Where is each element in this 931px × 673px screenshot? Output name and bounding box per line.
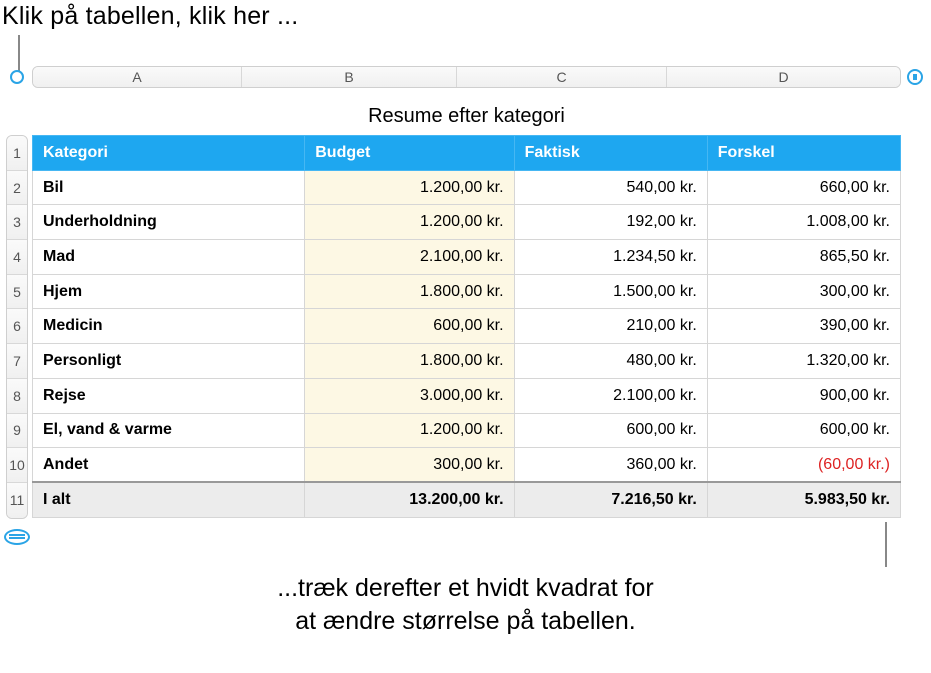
- cell-budget[interactable]: 300,00 kr.: [305, 448, 514, 483]
- table-title[interactable]: Resume efter kategori: [32, 98, 901, 135]
- add-row-handle[interactable]: [4, 529, 30, 545]
- cell-faktisk[interactable]: 192,00 kr.: [514, 205, 707, 240]
- cell-kategori[interactable]: Rejse: [33, 378, 305, 413]
- callout-bottom-line2: at ændre størrelse på tabellen.: [295, 607, 635, 635]
- cell-kategori[interactable]: El, vand & varme: [33, 413, 305, 448]
- row-header-11[interactable]: 11: [7, 483, 27, 518]
- row-header-9[interactable]: 9: [7, 414, 27, 449]
- column-headers: A B C D: [32, 66, 901, 88]
- th-forskel[interactable]: Forskel: [707, 136, 900, 171]
- table-row: Medicin 600,00 kr. 210,00 kr. 390,00 kr.: [33, 309, 901, 344]
- cell-forskel[interactable]: 1.008,00 kr.: [707, 205, 900, 240]
- table-header-row: Kategori Budget Faktisk Forskel: [33, 136, 901, 171]
- cell-budget[interactable]: 1.200,00 kr.: [305, 205, 514, 240]
- cell-forskel[interactable]: (60,00 kr.): [707, 448, 900, 483]
- cell-kategori[interactable]: Hjem: [33, 274, 305, 309]
- budget-table: Kategori Budget Faktisk Forskel Bil 1.20…: [32, 135, 901, 518]
- cell-faktisk[interactable]: 600,00 kr.: [514, 413, 707, 448]
- cell-kategori[interactable]: Personligt: [33, 344, 305, 379]
- cell-budget[interactable]: 2.100,00 kr.: [305, 240, 514, 275]
- column-header-c[interactable]: C: [457, 67, 667, 87]
- table-row: Hjem 1.800,00 kr. 1.500,00 kr. 300,00 kr…: [33, 274, 901, 309]
- cell-forskel[interactable]: 900,00 kr.: [707, 378, 900, 413]
- cell-kategori[interactable]: Mad: [33, 240, 305, 275]
- row-header-3[interactable]: 3: [7, 205, 27, 240]
- table-wrapper: Resume efter kategori Kategori Budget Fa…: [32, 98, 901, 545]
- column-header-a[interactable]: A: [33, 67, 242, 87]
- cell-faktisk[interactable]: 480,00 kr.: [514, 344, 707, 379]
- row-header-1[interactable]: 1: [7, 136, 27, 171]
- column-header-b[interactable]: B: [242, 67, 457, 87]
- cell-faktisk[interactable]: 360,00 kr.: [514, 448, 707, 483]
- cell-total-label[interactable]: I alt: [33, 482, 305, 517]
- table-row: Bil 1.200,00 kr. 540,00 kr. 660,00 kr.: [33, 170, 901, 205]
- cell-total-budget[interactable]: 13.200,00 kr.: [305, 482, 514, 517]
- row-header-2[interactable]: 2: [7, 171, 27, 206]
- cell-kategori[interactable]: Medicin: [33, 309, 305, 344]
- spreadsheet-frame: A B C D 1 2 3 4 5 6 7 8 9 10 11: [2, 64, 929, 545]
- table-total-row: I alt 13.200,00 kr. 7.216,50 kr. 5.983,5…: [33, 482, 901, 517]
- cell-faktisk[interactable]: 2.100,00 kr.: [514, 378, 707, 413]
- table-row: Andet 300,00 kr. 360,00 kr. (60,00 kr.): [33, 448, 901, 483]
- cell-faktisk[interactable]: 540,00 kr.: [514, 170, 707, 205]
- callout-bottom-line1: ...træk derefter et hvidt kvadrat for: [277, 574, 654, 602]
- column-header-d[interactable]: D: [667, 67, 900, 87]
- cell-forskel[interactable]: 600,00 kr.: [707, 413, 900, 448]
- cell-faktisk[interactable]: 210,00 kr.: [514, 309, 707, 344]
- cell-forskel[interactable]: 300,00 kr.: [707, 274, 900, 309]
- cell-total-forskel[interactable]: 5.983,50 kr.: [707, 482, 900, 517]
- cell-total-faktisk[interactable]: 7.216,50 kr.: [514, 482, 707, 517]
- table-row: Mad 2.100,00 kr. 1.234,50 kr. 865,50 kr.: [33, 240, 901, 275]
- table-select-circle-icon: [10, 70, 24, 84]
- callout-bottom-leader: [885, 522, 887, 567]
- cell-forskel[interactable]: 1.320,00 kr.: [707, 344, 900, 379]
- cell-forskel[interactable]: 390,00 kr.: [707, 309, 900, 344]
- table-row: Rejse 3.000,00 kr. 2.100,00 kr. 900,00 k…: [33, 378, 901, 413]
- cell-forskel[interactable]: 660,00 kr.: [707, 170, 900, 205]
- cell-kategori[interactable]: Underholdning: [33, 205, 305, 240]
- cell-kategori[interactable]: Bil: [33, 170, 305, 205]
- row-header-8[interactable]: 8: [7, 379, 27, 414]
- cell-kategori[interactable]: Andet: [33, 448, 305, 483]
- cell-budget[interactable]: 1.200,00 kr.: [305, 170, 514, 205]
- row-header-5[interactable]: 5: [7, 275, 27, 310]
- table-row: Personligt 1.800,00 kr. 480,00 kr. 1.320…: [33, 344, 901, 379]
- cell-forskel[interactable]: 865,50 kr.: [707, 240, 900, 275]
- table-row: El, vand & varme 1.200,00 kr. 600,00 kr.…: [33, 413, 901, 448]
- row-header-bar: 1 2 3 4 5 6 7 8 9 10 11: [2, 98, 32, 545]
- th-budget[interactable]: Budget: [305, 136, 514, 171]
- th-faktisk[interactable]: Faktisk: [514, 136, 707, 171]
- row-header-7[interactable]: 7: [7, 344, 27, 379]
- columns-handle-icon: [907, 69, 923, 85]
- callout-top: Klik på tabellen, klik her ...: [2, 2, 298, 31]
- table-select-handle[interactable]: [2, 64, 32, 90]
- row-header-4[interactable]: 4: [7, 240, 27, 275]
- column-header-bar: A B C D: [2, 64, 929, 90]
- cell-budget[interactable]: 600,00 kr.: [305, 309, 514, 344]
- cell-budget[interactable]: 3.000,00 kr.: [305, 378, 514, 413]
- cell-faktisk[interactable]: 1.500,00 kr.: [514, 274, 707, 309]
- row-header-10[interactable]: 10: [7, 448, 27, 483]
- cell-faktisk[interactable]: 1.234,50 kr.: [514, 240, 707, 275]
- row-headers: 1 2 3 4 5 6 7 8 9 10 11: [6, 135, 28, 519]
- add-column-handle[interactable]: [901, 69, 929, 85]
- table-row: Underholdning 1.200,00 kr. 192,00 kr. 1.…: [33, 205, 901, 240]
- callout-bottom: ...træk derefter et hvidt kvadrat for at…: [0, 572, 931, 637]
- cell-budget[interactable]: 1.200,00 kr.: [305, 413, 514, 448]
- row-header-6[interactable]: 6: [7, 309, 27, 344]
- cell-budget[interactable]: 1.800,00 kr.: [305, 274, 514, 309]
- th-kategori[interactable]: Kategori: [33, 136, 305, 171]
- cell-budget[interactable]: 1.800,00 kr.: [305, 344, 514, 379]
